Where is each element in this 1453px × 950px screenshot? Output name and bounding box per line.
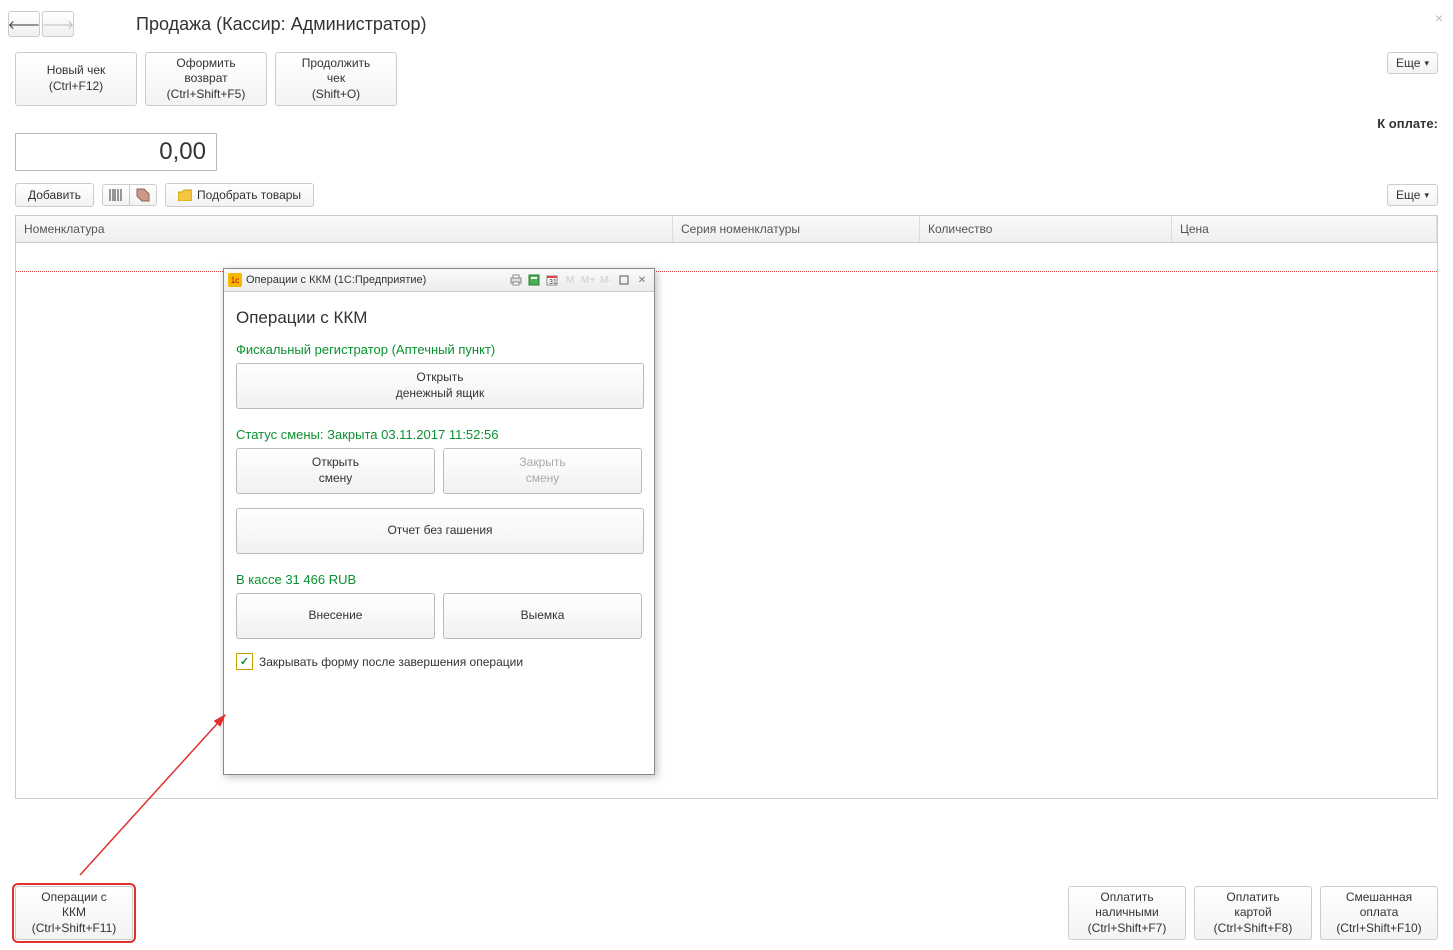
refund-label-1: Оформить bbox=[156, 56, 256, 72]
payment-amount: 0,00 bbox=[15, 133, 217, 171]
calc-green-icon[interactable] bbox=[526, 273, 542, 287]
kkm-operations-button[interactable]: Операции с ККМ (Ctrl+Shift+F11) bbox=[15, 886, 133, 940]
print-icon[interactable] bbox=[508, 273, 524, 287]
toolbar2-more-button[interactable]: Еще ▾ bbox=[1387, 184, 1438, 206]
pay-cash-button[interactable]: Оплатить наличными (Ctrl+Shift+F7) bbox=[1068, 886, 1186, 940]
withdraw-label: Выемка bbox=[521, 608, 565, 624]
pay-card-label-1: Оплатить bbox=[1203, 890, 1303, 906]
folder-icon bbox=[178, 189, 192, 201]
pay-mix-label-2: оплата bbox=[1329, 905, 1429, 921]
close-shift-label-2: смену bbox=[526, 471, 560, 487]
caret-down-icon: ▾ bbox=[1424, 190, 1429, 201]
fiscal-registrator-label: Фискальный регистратор (Аптечный пункт) bbox=[236, 342, 642, 357]
pay-mixed-button[interactable]: Смешанная оплата (Ctrl+Shift+F10) bbox=[1320, 886, 1438, 940]
refund-label-3: (Ctrl+Shift+F5) bbox=[156, 87, 256, 103]
pay-card-button[interactable]: Оплатить картой (Ctrl+Shift+F8) bbox=[1194, 886, 1312, 940]
col-quantity[interactable]: Количество bbox=[920, 216, 1172, 242]
kkm-btn-label-1: Операции с bbox=[24, 890, 124, 906]
close-after-label: Закрывать форму после завершения операци… bbox=[259, 655, 523, 669]
memory-mminus-icon: M- bbox=[598, 273, 614, 287]
pay-mix-label-1: Смешанная bbox=[1329, 890, 1429, 906]
svg-text:31: 31 bbox=[549, 279, 557, 286]
withdraw-button[interactable]: Выемка bbox=[443, 593, 642, 639]
pay-cash-label-1: Оплатить bbox=[1077, 890, 1177, 906]
window-close-icon[interactable]: × bbox=[1435, 10, 1443, 26]
dialog-close-button[interactable]: ✕ bbox=[634, 273, 650, 287]
refund-label-2: возврат bbox=[156, 71, 256, 87]
col-series[interactable]: Серия номенклатуры bbox=[673, 216, 920, 242]
memory-m-icon: M bbox=[562, 273, 578, 287]
new-check-label-2: (Ctrl+F12) bbox=[26, 79, 126, 95]
toolbar-more-button[interactable]: Еще ▾ bbox=[1387, 52, 1438, 74]
payment-label: К оплате: bbox=[15, 116, 1438, 131]
nav-forward-button[interactable]: 🡒 bbox=[42, 11, 74, 37]
new-check-label-1: Новый чек bbox=[26, 63, 126, 79]
col-nomenclature[interactable]: Номенклатура bbox=[16, 216, 673, 242]
pay-card-label-3: (Ctrl+Shift+F8) bbox=[1203, 921, 1303, 937]
x-report-button[interactable]: Отчет без гашения bbox=[236, 508, 644, 554]
open-drawer-label-2: денежный ящик bbox=[396, 386, 484, 402]
pick-goods-label: Подобрать товары bbox=[197, 188, 301, 202]
calendar-icon[interactable]: 31 bbox=[544, 273, 560, 287]
cash-balance-label: В кассе 31 466 RUB bbox=[236, 572, 642, 587]
dialog-titlebar[interactable]: 1c Операции с ККМ (1С:Предприятие) 31 M … bbox=[224, 269, 654, 292]
pay-card-label-2: картой bbox=[1203, 905, 1303, 921]
col-price[interactable]: Цена bbox=[1172, 216, 1437, 242]
pay-cash-label-3: (Ctrl+Shift+F7) bbox=[1077, 921, 1177, 937]
deposit-button[interactable]: Внесение bbox=[236, 593, 435, 639]
continue-label-3: (Shift+O) bbox=[286, 87, 386, 103]
kkm-btn-label-2: ККМ bbox=[24, 905, 124, 921]
dialog-maximize-button[interactable] bbox=[616, 273, 632, 287]
page-title: Продажа (Кассир: Администратор) bbox=[136, 14, 427, 35]
dialog-title: Операции с ККМ (1С:Предприятие) bbox=[246, 274, 426, 286]
kkm-operations-dialog: 1c Операции с ККМ (1С:Предприятие) 31 M … bbox=[223, 268, 655, 775]
close-after-checkbox[interactable]: ✓ bbox=[236, 653, 253, 670]
dialog-heading: Операции с ККМ bbox=[236, 308, 642, 328]
nav-back-button[interactable]: 🡐 bbox=[8, 11, 40, 37]
close-shift-button[interactable]: Закрыть смену bbox=[443, 448, 642, 494]
refund-button[interactable]: Оформить возврат (Ctrl+Shift+F5) bbox=[145, 52, 267, 106]
tag-icon bbox=[136, 188, 150, 202]
tag-icon-button[interactable] bbox=[130, 185, 156, 205]
toolbar2-more-label: Еще bbox=[1396, 188, 1420, 202]
barcode-icon-button[interactable] bbox=[103, 185, 130, 205]
kkm-btn-label-3: (Ctrl+Shift+F11) bbox=[24, 921, 124, 937]
pick-goods-button[interactable]: Подобрать товары bbox=[165, 183, 314, 207]
caret-down-icon: ▾ bbox=[1424, 58, 1429, 69]
shift-status-label: Статус смены: Закрыта 03.11.2017 11:52:5… bbox=[236, 427, 642, 442]
new-check-button[interactable]: Новый чек (Ctrl+F12) bbox=[15, 52, 137, 106]
toolbar-more-label: Еще bbox=[1396, 56, 1420, 70]
x-report-label: Отчет без гашения bbox=[387, 523, 492, 539]
open-shift-label-1: Открыть bbox=[312, 455, 359, 471]
app-1c-icon: 1c bbox=[228, 273, 242, 287]
add-button[interactable]: Добавить bbox=[15, 183, 94, 207]
barcode-icon bbox=[109, 188, 123, 202]
continue-label-2: чек bbox=[286, 71, 386, 87]
pay-cash-label-2: наличными bbox=[1077, 905, 1177, 921]
open-shift-label-2: смену bbox=[319, 471, 353, 487]
open-drawer-label-1: Открыть bbox=[416, 370, 463, 386]
memory-mplus-icon: M+ bbox=[580, 273, 596, 287]
deposit-label: Внесение bbox=[309, 608, 363, 624]
continue-label-1: Продолжить bbox=[286, 56, 386, 72]
close-shift-label-1: Закрыть bbox=[519, 455, 565, 471]
open-shift-button[interactable]: Открыть смену bbox=[236, 448, 435, 494]
open-cash-drawer-button[interactable]: Открыть денежный ящик bbox=[236, 363, 644, 409]
pay-mix-label-3: (Ctrl+Shift+F10) bbox=[1329, 921, 1429, 937]
table-header: Номенклатура Серия номенклатуры Количест… bbox=[15, 215, 1438, 243]
continue-check-button[interactable]: Продолжить чек (Shift+O) bbox=[275, 52, 397, 106]
